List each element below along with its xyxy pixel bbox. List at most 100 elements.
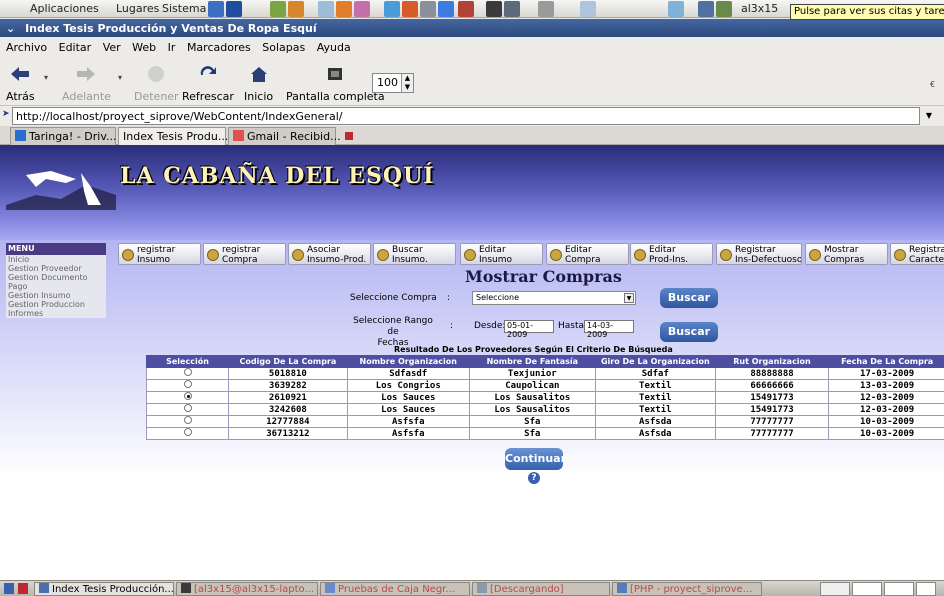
workspace-switcher-3[interactable] (884, 582, 914, 596)
side-menu-item[interactable]: Informes (6, 309, 106, 318)
side-menu-item[interactable]: Gestion Proveedor (6, 264, 106, 273)
side-menu-item[interactable]: Gestion Documento Pago (6, 273, 106, 291)
menu-ir[interactable]: Ir (168, 41, 176, 54)
buscar-fechas-button[interactable]: Buscar (660, 322, 718, 342)
chevron-down-icon[interactable]: ▼ (624, 293, 634, 303)
launcher-icon[interactable] (580, 1, 596, 17)
table-row[interactable]: 3242608 Los Sauces Los Sausalitos Textil… (146, 403, 944, 416)
menu-archivo[interactable]: Archivo (6, 41, 47, 54)
help-icon[interactable]: ? (528, 472, 540, 484)
task-php[interactable]: [PHP - proyect_siprove... (612, 582, 762, 596)
row-radio[interactable] (183, 368, 192, 376)
url-input[interactable]: http://localhost/proyect_siprove/WebCont… (12, 107, 920, 125)
table-row[interactable]: 2610921 Los Sauces Los Sausalitos Textil… (146, 391, 944, 404)
menu-lugares[interactable]: Lugares (116, 2, 159, 15)
url-history-dropdown[interactable]: ▼ (922, 107, 936, 125)
table-row[interactable]: 36713212 Asfsfa Sfa Asfsda 77777777 10-0… (146, 427, 944, 440)
nav-registrar-caracteristica[interactable]: Registra Caracter (890, 243, 944, 265)
stop-button[interactable]: Detener (134, 64, 179, 103)
forward-button[interactable]: Adelante (62, 64, 111, 103)
nav-registrar-ins-defectuoso[interactable]: Registrar Ins-Defectuoso. (716, 243, 802, 265)
launcher-icon[interactable] (270, 1, 286, 17)
notification-icon[interactable] (668, 1, 684, 17)
zoom-input[interactable]: 100 ▲ ▼ (372, 73, 414, 93)
menu-aplicaciones[interactable]: Aplicaciones (30, 2, 99, 15)
network-icon[interactable] (698, 1, 714, 17)
toolbar-overflow-icon[interactable]: € (930, 80, 935, 89)
close-tab-icon[interactable] (344, 132, 353, 140)
compra-select[interactable]: Seleccione ▼ (472, 291, 636, 305)
launcher-icon[interactable] (384, 1, 400, 17)
back-button[interactable]: Atrás (6, 64, 35, 103)
show-desktop-icon[interactable] (4, 583, 14, 594)
panel-user[interactable]: al3x15 (741, 2, 778, 15)
hasta-date-input[interactable]: 14-03-2009 (584, 320, 634, 339)
launcher-icon[interactable] (288, 1, 304, 17)
table-row[interactable]: 3639282 Los Congrios Caupolican Textil 6… (146, 379, 944, 392)
home-button[interactable]: Inicio (244, 64, 273, 103)
buscar-compra-button[interactable]: Buscar (660, 288, 718, 308)
launcher-icon[interactable] (458, 1, 474, 17)
menu-sistema[interactable]: Sistema (162, 2, 206, 15)
row-radio[interactable] (183, 416, 192, 424)
nav-registrar-insumo[interactable]: registrar Insumo (118, 243, 201, 265)
task-terminal[interactable]: [al3x15@al3x15-lapto... (176, 582, 318, 596)
desde-date-input[interactable]: 05-01-2009 (504, 320, 554, 339)
nav-editar-prod-ins[interactable]: Editar Prod-Ins. (630, 243, 713, 265)
reload-button[interactable]: Refrescar (182, 64, 234, 103)
side-menu-item[interactable]: Inicio (6, 255, 106, 264)
window-buttons[interactable] (898, 21, 938, 35)
menu-ver[interactable]: Ver (103, 41, 121, 54)
menu-marcadores[interactable]: Marcadores (187, 41, 251, 54)
workspace-switcher-2[interactable] (852, 582, 882, 596)
tab-taringa[interactable]: Taringa! - Driv... (10, 127, 129, 145)
back-history-dropdown[interactable]: ▾ (44, 73, 48, 82)
launcher-icon[interactable] (402, 1, 418, 17)
task-pruebas[interactable]: Pruebas de Caja Negr... (320, 582, 470, 596)
task-index-tesis[interactable]: Index Tesis Producción... (34, 582, 174, 596)
workspace-icon[interactable] (18, 583, 28, 594)
workspace-switcher-1[interactable] (820, 582, 850, 596)
site-identity-icon[interactable]: ➤ (2, 109, 10, 119)
launcher-icon[interactable] (538, 1, 554, 17)
forward-history-dropdown[interactable]: ▾ (118, 73, 122, 82)
side-menu-item[interactable]: Gestion Produccion (6, 300, 106, 309)
tab-index-tesis[interactable]: Index Tesis Produ... (118, 127, 241, 145)
launcher-icon[interactable] (208, 1, 224, 17)
zoom-spinner-icon[interactable]: ▲ ▼ (401, 74, 413, 92)
launcher-icon[interactable] (318, 1, 334, 17)
row-radio[interactable] (183, 428, 192, 436)
window-titlebar[interactable]: ⌄ Index Tesis Producción y Ventas De Rop… (0, 19, 944, 37)
nav-buscar-insumo[interactable]: Buscar Insumo. (373, 243, 456, 265)
continuar-button[interactable]: Continuar (505, 448, 566, 470)
workspace-switcher-4[interactable] (916, 582, 936, 596)
site-logo-text[interactable]: LA CABAÑA DEL ESQUÍ (120, 163, 435, 189)
row-radio[interactable] (183, 404, 192, 412)
window-menu-icon[interactable]: ⌄ (6, 22, 15, 35)
menu-editar[interactable]: Editar (59, 41, 92, 54)
task-descargando[interactable]: [Descargando] (472, 582, 610, 596)
launcher-icon[interactable] (354, 1, 370, 17)
volume-icon[interactable] (716, 1, 732, 17)
launcher-icon[interactable] (438, 1, 454, 17)
nav-editar-insumo[interactable]: Editar Insumo (460, 243, 543, 265)
launcher-icon[interactable] (420, 1, 436, 17)
table-row[interactable]: 12777884 Asfsfa Sfa Asfsda 77777777 10-0… (146, 415, 944, 428)
word-icon[interactable] (226, 1, 242, 17)
nav-editar-compra[interactable]: Editar Compra (546, 243, 629, 265)
row-radio[interactable] (183, 380, 192, 388)
fullscreen-button[interactable]: Pantalla completa (286, 64, 385, 103)
row-radio-selected[interactable] (183, 392, 192, 400)
menu-solapas[interactable]: Solapas (262, 41, 305, 54)
nav-mostrar-compras[interactable]: Mostrar Compras (805, 243, 888, 265)
launcher-icon[interactable] (504, 1, 520, 17)
launcher-icon[interactable] (336, 1, 352, 17)
terminal-icon[interactable] (486, 1, 502, 17)
nav-asociar-insumo-prod[interactable]: Asociar Insumo-Prod. (288, 243, 371, 265)
tab-gmail[interactable]: Gmail - Recibid... (228, 127, 353, 145)
nav-registrar-compra[interactable]: registrar Compra (203, 243, 286, 265)
menu-ayuda[interactable]: Ayuda (317, 41, 351, 54)
side-menu-item[interactable]: Gestion Insumo (6, 291, 106, 300)
table-row[interactable]: 5018810 Sdfasdf Texjunior Sdfaf 88888888… (146, 367, 944, 380)
menu-web[interactable]: Web (132, 41, 156, 54)
